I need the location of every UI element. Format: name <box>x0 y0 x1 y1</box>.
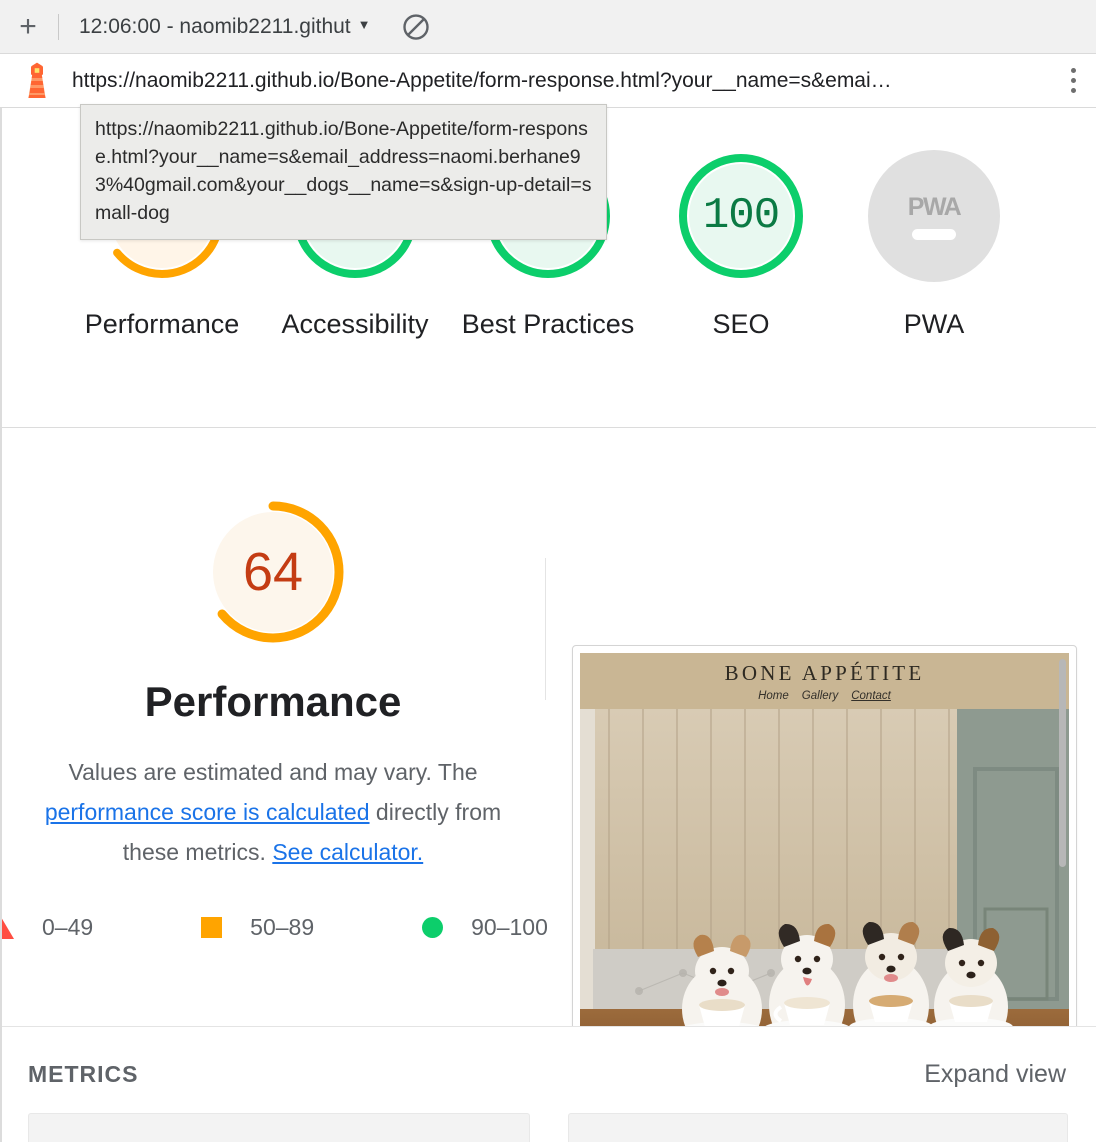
lighthouse-report-window: + 12:06:00 - naomib2211.githut ▼ https:/… <box>0 0 1096 1142</box>
legend-label-fail: 0–49 <box>42 914 94 940</box>
metric-card-left[interactable] <box>28 1113 530 1142</box>
site-nav-home[interactable]: Home <box>758 690 789 702</box>
see-calculator-link[interactable]: See calculator. <box>272 839 423 865</box>
metrics-section: METRICS Expand view <box>0 1026 1096 1142</box>
thumbnail-inner: BONE APPÉTITE Home Gallery Contact <box>580 653 1069 1037</box>
chevron-down-icon[interactable]: ▼ <box>358 17 371 32</box>
browser-tab-strip: + 12:06:00 - naomib2211.githut ▼ <box>0 0 1096 54</box>
site-nav-gallery[interactable]: Gallery <box>802 690 838 702</box>
performance-heading: Performance <box>144 678 402 725</box>
metric-card-right[interactable] <box>568 1113 1068 1142</box>
site-nav: Home Gallery Contact <box>758 690 891 702</box>
gauge-label-accessibility: Accessibility <box>281 309 429 339</box>
legend-label-pass: 90–100 <box>471 914 548 940</box>
lighthouse-icon <box>20 62 54 100</box>
performance-description: Values are estimated and may vary. The p… <box>23 752 523 872</box>
url-text[interactable]: https://naomib2211.github.io/Bone-Appeti… <box>72 69 1050 93</box>
browser-menu-icon[interactable] <box>1050 68 1096 93</box>
pwa-dash-icon <box>912 228 956 240</box>
gauge-ring-pwa: PWA <box>868 150 1000 282</box>
url-tooltip: https://naomib2211.github.io/Bone-Appeti… <box>80 104 607 240</box>
score-gauge-pwa[interactable]: PWA PWA <box>838 150 1031 344</box>
site-title: BONE APPÉTITE <box>724 660 925 685</box>
hero-photo <box>580 709 1069 1037</box>
pwa-badge-text: PWA <box>907 192 962 221</box>
tab-separator <box>58 13 59 40</box>
score-legend: 0–49 50–89 90–100 <box>0 914 548 941</box>
new-tab-button[interactable]: + <box>0 0 56 54</box>
performance-score-value: 64 <box>242 542 304 602</box>
active-tab-title[interactable]: 12:06:00 - naomib2211.githut <box>63 15 351 39</box>
site-header: BONE APPÉTITE Home Gallery Contact <box>580 653 1069 709</box>
url-bar: https://naomib2211.github.io/Bone-Appeti… <box>0 54 1096 108</box>
legend-item-pass: 90–100 <box>422 914 548 941</box>
site-nav-contact[interactable]: Contact <box>851 690 891 702</box>
performance-gauge: 64 <box>197 496 349 648</box>
performance-score-link[interactable]: performance score is calculated <box>45 799 370 825</box>
thumbnail-scrollbar[interactable] <box>1059 659 1066 867</box>
gauge-label-best-practices: Best Practices <box>461 309 635 339</box>
gauge-label-pwa: PWA <box>903 309 965 339</box>
score-gauge-seo[interactable]: 100 SEO <box>645 150 838 344</box>
report-body: 64 Performance Accessibility <box>0 108 1096 1142</box>
gauge-value-seo: 100 <box>702 191 780 241</box>
expand-view-button[interactable]: Expand view <box>924 1060 1066 1089</box>
legend-item-fail: 0–49 <box>0 914 93 941</box>
gauge-label-seo: SEO <box>712 309 770 339</box>
performance-summary: 64 Performance Values are estimated and … <box>0 496 548 1012</box>
square-icon <box>201 917 223 938</box>
metrics-heading: METRICS <box>28 1061 139 1087</box>
legend-label-average: 50–89 <box>250 914 315 940</box>
legend-item-average: 50–89 <box>201 914 314 941</box>
viewport-left-edge <box>0 108 2 1142</box>
gauge-label-performance: Performance <box>84 309 240 339</box>
page-screenshot-thumbnail[interactable]: BONE APPÉTITE Home Gallery Contact <box>572 645 1077 1045</box>
desc-text-1: Values are estimated and may vary. The <box>68 759 478 785</box>
gauge-ring-seo: 100 <box>675 150 807 282</box>
no-entry-icon[interactable] <box>399 10 433 44</box>
circle-icon <box>422 917 444 938</box>
triangle-icon <box>0 916 14 939</box>
